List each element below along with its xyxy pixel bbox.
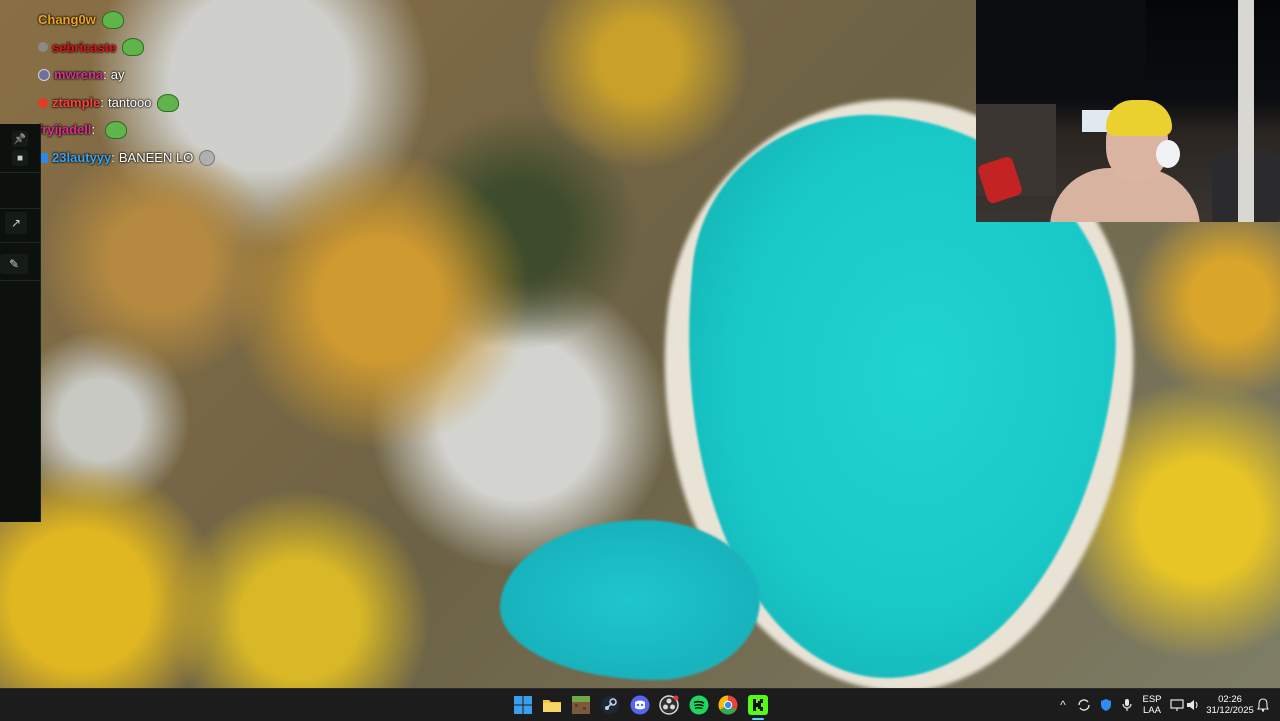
chat-username: ztample bbox=[52, 94, 101, 110]
chevron-up-icon: ^ bbox=[1060, 698, 1066, 712]
webcam-pillar bbox=[1238, 0, 1254, 222]
input-language-button[interactable]: ESP LAA bbox=[1140, 694, 1164, 716]
chat-text: ay bbox=[110, 67, 125, 83]
edit-button[interactable]: ✎ bbox=[0, 254, 28, 274]
chat-separator: : bbox=[100, 94, 105, 110]
obs-icon bbox=[659, 695, 679, 715]
clock-button[interactable]: 02:26 31/12/2025 bbox=[1204, 694, 1256, 716]
minecraft-button[interactable] bbox=[569, 693, 593, 717]
chat-text: tantooo bbox=[108, 94, 152, 110]
chat-username: Chang0w bbox=[38, 12, 96, 27]
arrow-up-right-icon: ↗ bbox=[10, 216, 22, 230]
chrome-icon bbox=[718, 695, 738, 715]
start-button[interactable] bbox=[511, 693, 535, 717]
spotify-button[interactable] bbox=[687, 693, 711, 717]
stop-icon: ■ bbox=[16, 152, 24, 164]
taskbar: ^ ESP LAA 02:26 31/12/2025 bbox=[0, 688, 1280, 721]
pepe-emote-icon bbox=[105, 121, 128, 140]
chat-text: BANEEN LO bbox=[118, 149, 194, 165]
discord-icon bbox=[630, 695, 650, 715]
obs-button[interactable] bbox=[657, 693, 681, 717]
webcam-overlay bbox=[976, 0, 1280, 222]
stream-chat-overlay: Chang0w sebricaste mwrena : ay ztample :… bbox=[38, 6, 278, 172]
minecraft-icon bbox=[572, 696, 590, 714]
sync-icon bbox=[1078, 699, 1090, 711]
pencil-icon: ✎ bbox=[8, 257, 20, 271]
steam-icon bbox=[601, 696, 619, 714]
gray-badge-icon bbox=[38, 42, 48, 53]
spotify-icon bbox=[689, 695, 709, 715]
bell-icon bbox=[1257, 698, 1269, 712]
microphone-icon bbox=[1122, 699, 1132, 711]
discord-button[interactable] bbox=[628, 693, 652, 717]
streamer-beanie bbox=[1106, 100, 1172, 136]
small-lake bbox=[500, 520, 760, 680]
sweat-emote-icon bbox=[199, 149, 216, 166]
folder-icon bbox=[543, 700, 561, 712]
chat-message: Chang0w bbox=[38, 6, 278, 34]
pepe-emote-icon bbox=[157, 93, 180, 112]
network-icon bbox=[1170, 699, 1184, 711]
divider bbox=[0, 242, 40, 243]
pepe-emote-icon bbox=[101, 10, 124, 29]
pin-button[interactable]: 📌 bbox=[12, 131, 28, 147]
stop-button[interactable]: ■ bbox=[12, 150, 28, 166]
chat-message: sebricaste bbox=[38, 34, 278, 62]
chat-separator: : bbox=[111, 149, 115, 165]
chrome-button[interactable] bbox=[716, 693, 740, 717]
chat-username: sebricaste bbox=[52, 39, 117, 55]
security-button[interactable] bbox=[1098, 696, 1114, 714]
chat-message: mwrena : ay bbox=[38, 61, 278, 89]
chat-message: ztample : tantooo bbox=[38, 89, 278, 117]
popout-button[interactable]: ↗ bbox=[5, 212, 27, 234]
windows-logo-icon bbox=[514, 696, 532, 714]
pepe-emote-icon bbox=[122, 38, 145, 57]
clock-time: 02:26 bbox=[1218, 694, 1242, 705]
headphones-icon bbox=[1156, 140, 1180, 168]
keyboard-layout: LAA bbox=[1143, 705, 1161, 716]
onedrive-sync-button[interactable] bbox=[1076, 696, 1092, 714]
speaker-icon bbox=[1187, 700, 1198, 710]
show-hidden-icons-button[interactable]: ^ bbox=[1056, 696, 1070, 714]
red-badge-icon bbox=[38, 97, 48, 108]
chat-username: mwrena bbox=[54, 67, 104, 83]
steam-button[interactable] bbox=[598, 693, 622, 717]
pin-icon: 📌 bbox=[13, 133, 27, 145]
kick-icon bbox=[748, 695, 768, 715]
circle-badge-icon bbox=[38, 68, 50, 81]
divider bbox=[0, 280, 40, 281]
chat-username: fryijadell bbox=[38, 122, 92, 138]
side-panel: 📌 ■ ↗ ✎ bbox=[0, 124, 41, 522]
kick-button[interactable] bbox=[746, 693, 770, 717]
clock-date: 31/12/2025 bbox=[1206, 705, 1254, 716]
file-explorer-button[interactable] bbox=[540, 693, 564, 717]
microphone-button[interactable] bbox=[1120, 696, 1134, 714]
notifications-button[interactable] bbox=[1256, 696, 1270, 714]
language-code: ESP bbox=[1142, 694, 1162, 705]
chat-separator: : bbox=[91, 122, 96, 138]
shield-icon bbox=[1101, 699, 1111, 711]
chat-username: 23lautyyy bbox=[52, 149, 112, 165]
chat-message: 23lautyyy : BANEEN LO bbox=[38, 144, 278, 172]
volume-button[interactable] bbox=[1186, 696, 1200, 714]
network-button[interactable] bbox=[1170, 696, 1184, 714]
webcam-night-window bbox=[976, 0, 1146, 100]
chat-message: fryijadell : bbox=[38, 116, 278, 144]
divider bbox=[0, 172, 40, 173]
divider bbox=[0, 208, 40, 209]
chat-separator: : bbox=[103, 67, 107, 83]
